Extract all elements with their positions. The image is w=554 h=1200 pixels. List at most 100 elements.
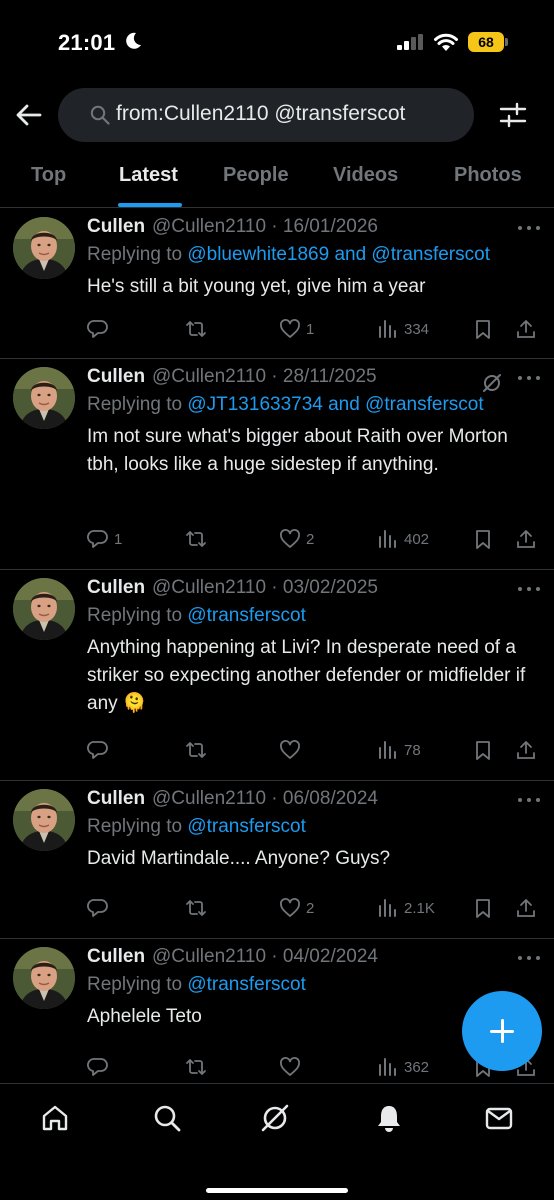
replying-mentions[interactable]: @transferscot	[187, 605, 306, 626]
tab-top[interactable]: Top	[31, 164, 66, 187]
grok-icon[interactable]	[259, 1102, 291, 1134]
author-name[interactable]: Cullen	[87, 216, 145, 238]
search-icon[interactable]	[151, 1102, 183, 1134]
share-action[interactable]	[515, 894, 537, 922]
messages-icon[interactable]	[483, 1102, 515, 1134]
more-options-icon[interactable]	[517, 955, 541, 961]
views-icon	[379, 899, 396, 917]
more-options-icon[interactable]	[517, 586, 541, 592]
reply-action[interactable]: 1	[87, 525, 122, 553]
views-action[interactable]: 402	[377, 525, 429, 553]
like-count: 2	[306, 530, 315, 548]
tweet-actions: 1 334	[87, 315, 547, 343]
views-action[interactable]: 334	[377, 315, 429, 343]
replying-to: Replying to @transferscot	[87, 816, 306, 838]
compose-button[interactable]	[462, 991, 542, 1071]
tweet[interactable]: Cullen @Cullen2110 · 28/11/2025 Replying…	[0, 359, 554, 570]
avatar[interactable]	[13, 367, 75, 429]
battery-indicator: 68	[468, 32, 504, 52]
status-bar: 21:01 68	[0, 0, 554, 84]
home-icon[interactable]	[39, 1102, 71, 1134]
filter-sliders-icon[interactable]	[498, 100, 528, 130]
tab-photos[interactable]: Photos	[454, 164, 522, 187]
bookmark-icon	[476, 741, 490, 760]
bookmark-icon	[476, 530, 490, 549]
search-query[interactable]: from:Cullen2110 @transferscot	[116, 102, 405, 126]
tweet[interactable]: Cullen @Cullen2110 · 03/02/2025 Replying…	[0, 570, 554, 781]
heart-action[interactable]: 1	[279, 315, 314, 343]
search-tabs: Top Latest People Videos Photos	[0, 150, 554, 208]
replying-mentions[interactable]: @JT131633734 and @transferscot	[187, 394, 483, 415]
avatar[interactable]	[13, 217, 75, 279]
repost-action[interactable]	[185, 525, 212, 553]
replying-mentions[interactable]: @transferscot	[187, 816, 306, 837]
author-name[interactable]: Cullen	[87, 366, 145, 388]
author-name[interactable]: Cullen	[87, 788, 145, 810]
repost-action[interactable]	[185, 1053, 212, 1081]
replying-mentions[interactable]: @bluewhite1869 and @transferscot	[187, 244, 490, 265]
plus-icon-vertical	[501, 1019, 504, 1043]
tab-videos[interactable]: Videos	[333, 164, 398, 187]
avatar[interactable]	[13, 578, 75, 640]
tweet-text: Anything happening at Livi? In desperate…	[87, 637, 526, 714]
avatar[interactable]	[13, 947, 75, 1009]
author-name[interactable]: Cullen	[87, 946, 145, 968]
share-action[interactable]	[515, 736, 537, 764]
tweet[interactable]: Cullen @Cullen2110 · 16/01/2026 Replying…	[0, 209, 554, 359]
heart-action[interactable]: 2	[279, 894, 314, 922]
notifications-icon[interactable]	[373, 1102, 405, 1134]
arrow-left-icon[interactable]	[14, 100, 44, 130]
replying-mentions[interactable]: @transferscot	[187, 974, 306, 995]
search-icon	[90, 105, 110, 125]
tweet-text: Im not sure what's bigger about Raith ov…	[87, 426, 508, 475]
author-handle-date: @Cullen2110 · 28/11/2025	[152, 366, 377, 387]
reply-action[interactable]	[87, 315, 114, 343]
views-count: 362	[404, 1058, 430, 1076]
share-action[interactable]	[515, 315, 537, 343]
replying-prefix: Replying to	[87, 244, 188, 265]
more-options-icon[interactable]	[517, 375, 541, 381]
repost-action[interactable]	[185, 315, 212, 343]
repost-icon	[186, 742, 206, 758]
reply-icon	[87, 899, 108, 917]
more-options-icon[interactable]	[517, 797, 541, 803]
repost-action[interactable]	[185, 894, 212, 922]
views-action[interactable]: 362	[377, 1053, 429, 1081]
reply-action[interactable]	[87, 736, 114, 764]
repost-icon	[186, 531, 206, 547]
author-name[interactable]: Cullen	[87, 577, 145, 599]
views-action[interactable]: 2.1K	[377, 894, 435, 922]
tab-people[interactable]: People	[223, 164, 289, 187]
reply-action[interactable]	[87, 1053, 114, 1081]
heart-action[interactable]	[279, 736, 306, 764]
search-input[interactable]: from:Cullen2110 @transferscot	[58, 88, 474, 142]
bookmark-action[interactable]	[472, 736, 494, 764]
bookmark-action[interactable]	[472, 315, 494, 343]
repost-action[interactable]	[185, 736, 212, 764]
bookmark-icon	[476, 899, 490, 918]
like-count: 2	[306, 899, 315, 917]
heart-action[interactable]	[279, 1053, 306, 1081]
tweet[interactable]: Cullen @Cullen2110 · 06/08/2024 Replying…	[0, 781, 554, 939]
replying-prefix: Replying to	[87, 974, 188, 995]
tab-latest[interactable]: Latest	[119, 164, 178, 187]
reply-icon	[87, 741, 108, 759]
grok-icon[interactable]	[481, 372, 503, 394]
replying-to: Replying to @JT131633734 and @transfersc…	[87, 394, 484, 416]
repost-icon	[186, 1059, 206, 1075]
heart-icon	[280, 529, 300, 548]
tweet-text: Aphelele Teto	[87, 1006, 202, 1027]
avatar[interactable]	[13, 789, 75, 851]
replying-to: Replying to @transferscot	[87, 974, 306, 996]
bookmark-action[interactable]	[472, 894, 494, 922]
share-action[interactable]	[515, 525, 537, 553]
bookmark-action[interactable]	[472, 525, 494, 553]
reply-action[interactable]	[87, 894, 114, 922]
home-indicator	[206, 1188, 348, 1193]
author-handle-date: @Cullen2110 · 06/08/2024	[152, 788, 378, 809]
views-count: 402	[404, 530, 430, 548]
views-action[interactable]: 78	[377, 736, 421, 764]
more-options-icon[interactable]	[517, 225, 541, 231]
reply-icon	[87, 320, 108, 338]
heart-action[interactable]: 2	[279, 525, 314, 553]
